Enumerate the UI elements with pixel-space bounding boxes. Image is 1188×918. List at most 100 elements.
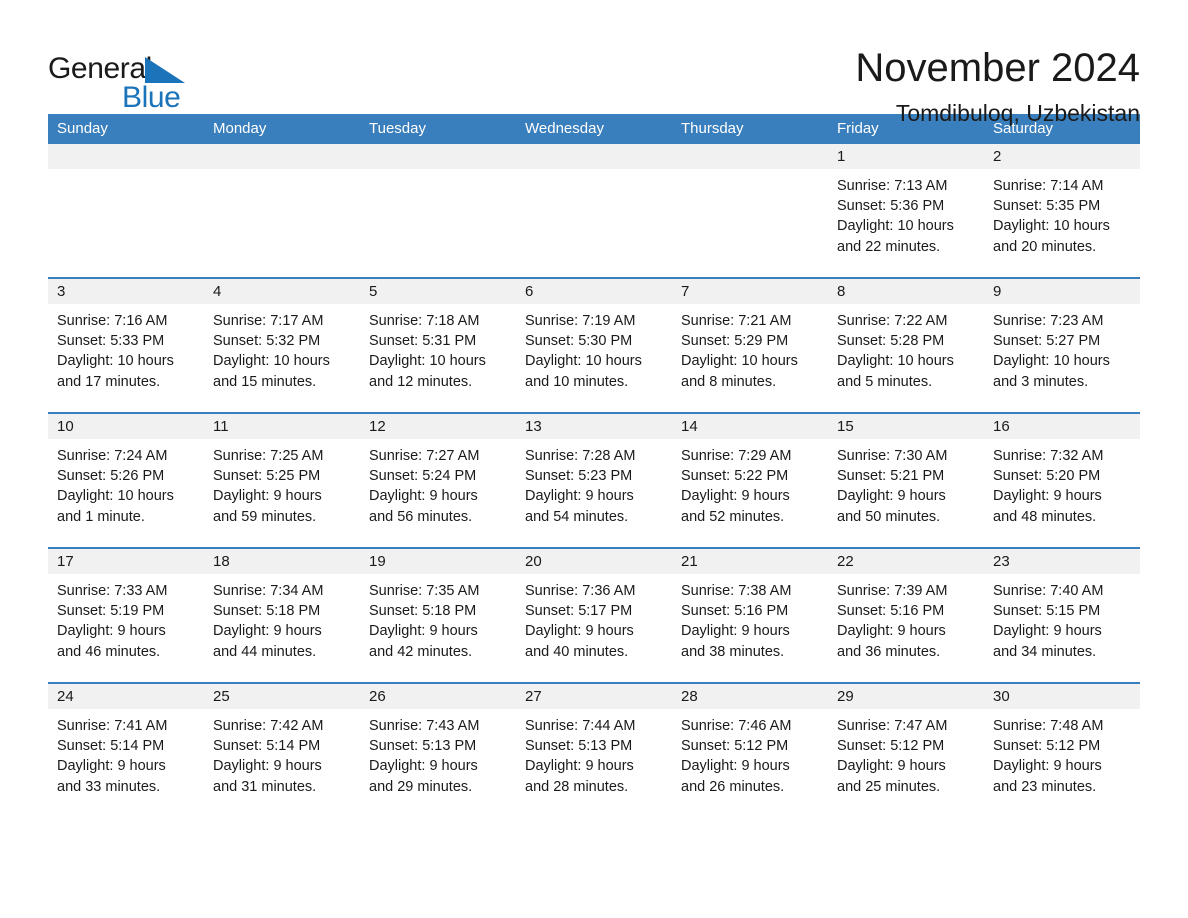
daylight-text-line1: Daylight: 9 hours bbox=[213, 758, 322, 775]
daylight-text-line2: and 56 minutes. bbox=[369, 508, 473, 525]
calendar-grid: Sunday Monday Tuesday Wednesday Thursday Frid… bbox=[48, 114, 1140, 817]
weekday-header-tuesday: Tuesday bbox=[369, 120, 426, 137]
sunset-text: Sunset: 5:32 PM bbox=[213, 333, 321, 350]
day-number: 11 bbox=[204, 414, 360, 439]
day-cell[interactable]: 26 Sunrise: 7:43 AM Sunset: 5:13 PM Dayligh… bbox=[360, 684, 516, 817]
day-details: Sunrise: 7:38 AM Sunset: 5:16 PM Daylight:… bbox=[672, 574, 828, 662]
sunset-text: Sunset: 5:25 PM bbox=[213, 468, 321, 485]
sunrise-text: Sunrise: 7:16 AM bbox=[57, 313, 168, 329]
day-cell[interactable]: 7 Sunrise: 7:21 AM Sunset: 5:29 PM Daylight… bbox=[672, 279, 828, 412]
daylight-text-line1: Daylight: 9 hours bbox=[681, 758, 790, 775]
day-cell[interactable]: 12 Sunrise: 7:27 AM Sunset: 5:24 PM Dayligh… bbox=[360, 414, 516, 547]
daylight-text-line2: and 50 minutes. bbox=[837, 508, 941, 525]
day-cell[interactable]: 13 Sunrise: 7:28 AM Sunset: 5:23 PM Dayligh… bbox=[516, 414, 672, 547]
sunrise-text: Sunrise: 7:17 AM bbox=[213, 313, 324, 329]
day-details: Sunrise: 7:32 AM Sunset: 5:20 PM Daylight:… bbox=[984, 439, 1140, 527]
day-details: Sunrise: 7:25 AM Sunset: 5:25 PM Daylight:… bbox=[204, 439, 360, 527]
daylight-text-line2: and 15 minutes. bbox=[213, 373, 317, 390]
day-cell[interactable]: 16 Sunrise: 7:32 AM Sunset: 5:20 PM Dayligh… bbox=[984, 414, 1140, 547]
day-cell[interactable]: 15 Sunrise: 7:30 AM Sunset: 5:21 PM Dayligh… bbox=[828, 414, 984, 547]
day-cell[interactable]: 19 Sunrise: 7:35 AM Sunset: 5:18 PM Dayligh… bbox=[360, 549, 516, 682]
day-details: Sunrise: 7:22 AM Sunset: 5:28 PM Daylight:… bbox=[828, 304, 984, 392]
daylight-text-line2: and 28 minutes. bbox=[525, 778, 629, 795]
calendar-page: General Blue November 2024 Tomdibuloq, U… bbox=[0, 0, 1188, 918]
day-number: 15 bbox=[828, 414, 984, 439]
daylight-text-line2: and 38 minutes. bbox=[681, 643, 785, 660]
day-cell[interactable]: 17 Sunrise: 7:33 AM Sunset: 5:19 PM Dayligh… bbox=[48, 549, 204, 682]
day-number: 17 bbox=[48, 549, 204, 574]
daylight-text-line2: and 52 minutes. bbox=[681, 508, 785, 525]
day-cell[interactable]: 2 Sunrise: 7:14 AM Sunset: 5:35 PM Daylight… bbox=[984, 144, 1140, 277]
sunrise-text: Sunrise: 7:44 AM bbox=[525, 718, 636, 734]
day-cell[interactable]: 5 Sunrise: 7:18 AM Sunset: 5:31 PM Daylight… bbox=[360, 279, 516, 412]
day-cell[interactable]: 25 Sunrise: 7:42 AM Sunset: 5:14 PM Dayligh… bbox=[204, 684, 360, 817]
daylight-text-line1: Daylight: 10 hours bbox=[525, 353, 642, 370]
daylight-text-line1: Daylight: 9 hours bbox=[525, 623, 634, 640]
daylight-text-line1: Daylight: 10 hours bbox=[213, 353, 330, 370]
sunset-text: Sunset: 5:15 PM bbox=[993, 603, 1101, 620]
daylight-text-line2: and 40 minutes. bbox=[525, 643, 629, 660]
daylight-text-line2: and 10 minutes. bbox=[525, 373, 629, 390]
daylight-text-line1: Daylight: 10 hours bbox=[681, 353, 798, 370]
day-cell-empty bbox=[204, 144, 360, 277]
daylight-text-line2: and 23 minutes. bbox=[993, 778, 1097, 795]
sunset-text: Sunset: 5:13 PM bbox=[525, 738, 633, 755]
day-cell[interactable]: 20 Sunrise: 7:36 AM Sunset: 5:17 PM Dayligh… bbox=[516, 549, 672, 682]
daylight-text-line2: and 25 minutes. bbox=[837, 778, 941, 795]
sunrise-text: Sunrise: 7:39 AM bbox=[837, 583, 948, 599]
day-cell[interactable]: 21 Sunrise: 7:38 AM Sunset: 5:16 PM Dayligh… bbox=[672, 549, 828, 682]
sunrise-text: Sunrise: 7:46 AM bbox=[681, 718, 792, 734]
day-details: Sunrise: 7:46 AM Sunset: 5:12 PM Daylight:… bbox=[672, 709, 828, 797]
day-cell[interactable]: 14 Sunrise: 7:29 AM Sunset: 5:22 PM Dayligh… bbox=[672, 414, 828, 547]
sunset-text: Sunset: 5:16 PM bbox=[837, 603, 945, 620]
day-cell[interactable]: 18 Sunrise: 7:34 AM Sunset: 5:18 PM Dayligh… bbox=[204, 549, 360, 682]
day-cell[interactable]: 11 Sunrise: 7:25 AM Sunset: 5:25 PM Dayligh… bbox=[204, 414, 360, 547]
daylight-text-line1: Daylight: 9 hours bbox=[369, 623, 478, 640]
day-details: Sunrise: 7:33 AM Sunset: 5:19 PM Daylight:… bbox=[48, 574, 204, 662]
day-details bbox=[516, 169, 672, 176]
daylight-text-line2: and 1 minute. bbox=[57, 508, 145, 525]
day-cell[interactable]: 3 Sunrise: 7:16 AM Sunset: 5:33 PM Daylight… bbox=[48, 279, 204, 412]
sunset-text: Sunset: 5:13 PM bbox=[369, 738, 477, 755]
day-cell[interactable]: 27 Sunrise: 7:44 AM Sunset: 5:13 PM Dayligh… bbox=[516, 684, 672, 817]
sunset-text: Sunset: 5:12 PM bbox=[681, 738, 789, 755]
calendar-weeks: 1 Sunrise: 7:13 AM Sunset: 5:36 PM Daylight… bbox=[48, 144, 1140, 817]
daylight-text-line2: and 34 minutes. bbox=[993, 643, 1097, 660]
day-number: 21 bbox=[672, 549, 828, 574]
day-number: 24 bbox=[48, 684, 204, 709]
day-cell[interactable]: 30 Sunrise: 7:48 AM Sunset: 5:12 PM Dayligh… bbox=[984, 684, 1140, 817]
calendar-week-row: 1 Sunrise: 7:13 AM Sunset: 5:36 PM Daylight… bbox=[48, 144, 1140, 277]
daylight-text-line2: and 29 minutes. bbox=[369, 778, 473, 795]
day-cell[interactable]: 24 Sunrise: 7:41 AM Sunset: 5:14 PM Dayligh… bbox=[48, 684, 204, 817]
day-cell-empty bbox=[516, 144, 672, 277]
sunset-text: Sunset: 5:18 PM bbox=[213, 603, 321, 620]
day-cell[interactable]: 6 Sunrise: 7:19 AM Sunset: 5:30 PM Daylight… bbox=[516, 279, 672, 412]
daylight-text-line1: Daylight: 10 hours bbox=[57, 353, 174, 370]
day-details: Sunrise: 7:28 AM Sunset: 5:23 PM Daylight:… bbox=[516, 439, 672, 527]
sunrise-text: Sunrise: 7:48 AM bbox=[993, 718, 1104, 734]
sunrise-text: Sunrise: 7:18 AM bbox=[369, 313, 480, 329]
daylight-text-line1: Daylight: 10 hours bbox=[837, 218, 954, 235]
day-cell[interactable]: 29 Sunrise: 7:47 AM Sunset: 5:12 PM Dayligh… bbox=[828, 684, 984, 817]
calendar-week-row: 24 Sunrise: 7:41 AM Sunset: 5:14 PM Dayligh… bbox=[48, 682, 1140, 817]
daylight-text-line1: Daylight: 9 hours bbox=[837, 758, 946, 775]
triangle-flag-icon bbox=[145, 57, 185, 83]
generalblue-logo[interactable]: General Blue bbox=[48, 46, 198, 116]
sunset-text: Sunset: 5:22 PM bbox=[681, 468, 789, 485]
day-details: Sunrise: 7:39 AM Sunset: 5:16 PM Daylight:… bbox=[828, 574, 984, 662]
sunset-text: Sunset: 5:21 PM bbox=[837, 468, 945, 485]
day-cell[interactable]: 1 Sunrise: 7:13 AM Sunset: 5:36 PM Daylight… bbox=[828, 144, 984, 277]
sunset-text: Sunset: 5:30 PM bbox=[525, 333, 633, 350]
day-cell[interactable]: 8 Sunrise: 7:22 AM Sunset: 5:28 PM Daylight… bbox=[828, 279, 984, 412]
day-cell[interactable]: 9 Sunrise: 7:23 AM Sunset: 5:27 PM Daylight… bbox=[984, 279, 1140, 412]
day-number: 30 bbox=[984, 684, 1140, 709]
sunrise-text: Sunrise: 7:38 AM bbox=[681, 583, 792, 599]
day-cell[interactable]: 10 Sunrise: 7:24 AM Sunset: 5:26 PM Dayligh… bbox=[48, 414, 204, 547]
day-cell[interactable]: 23 Sunrise: 7:40 AM Sunset: 5:15 PM Dayligh… bbox=[984, 549, 1140, 682]
day-cell[interactable]: 4 Sunrise: 7:17 AM Sunset: 5:32 PM Daylight… bbox=[204, 279, 360, 412]
day-cell[interactable]: 22 Sunrise: 7:39 AM Sunset: 5:16 PM Dayligh… bbox=[828, 549, 984, 682]
sunrise-text: Sunrise: 7:24 AM bbox=[57, 448, 168, 464]
weekday-header-wednesday: Wednesday bbox=[525, 120, 604, 137]
day-cell[interactable]: 28 Sunrise: 7:46 AM Sunset: 5:12 PM Dayligh… bbox=[672, 684, 828, 817]
daylight-text-line2: and 26 minutes. bbox=[681, 778, 785, 795]
